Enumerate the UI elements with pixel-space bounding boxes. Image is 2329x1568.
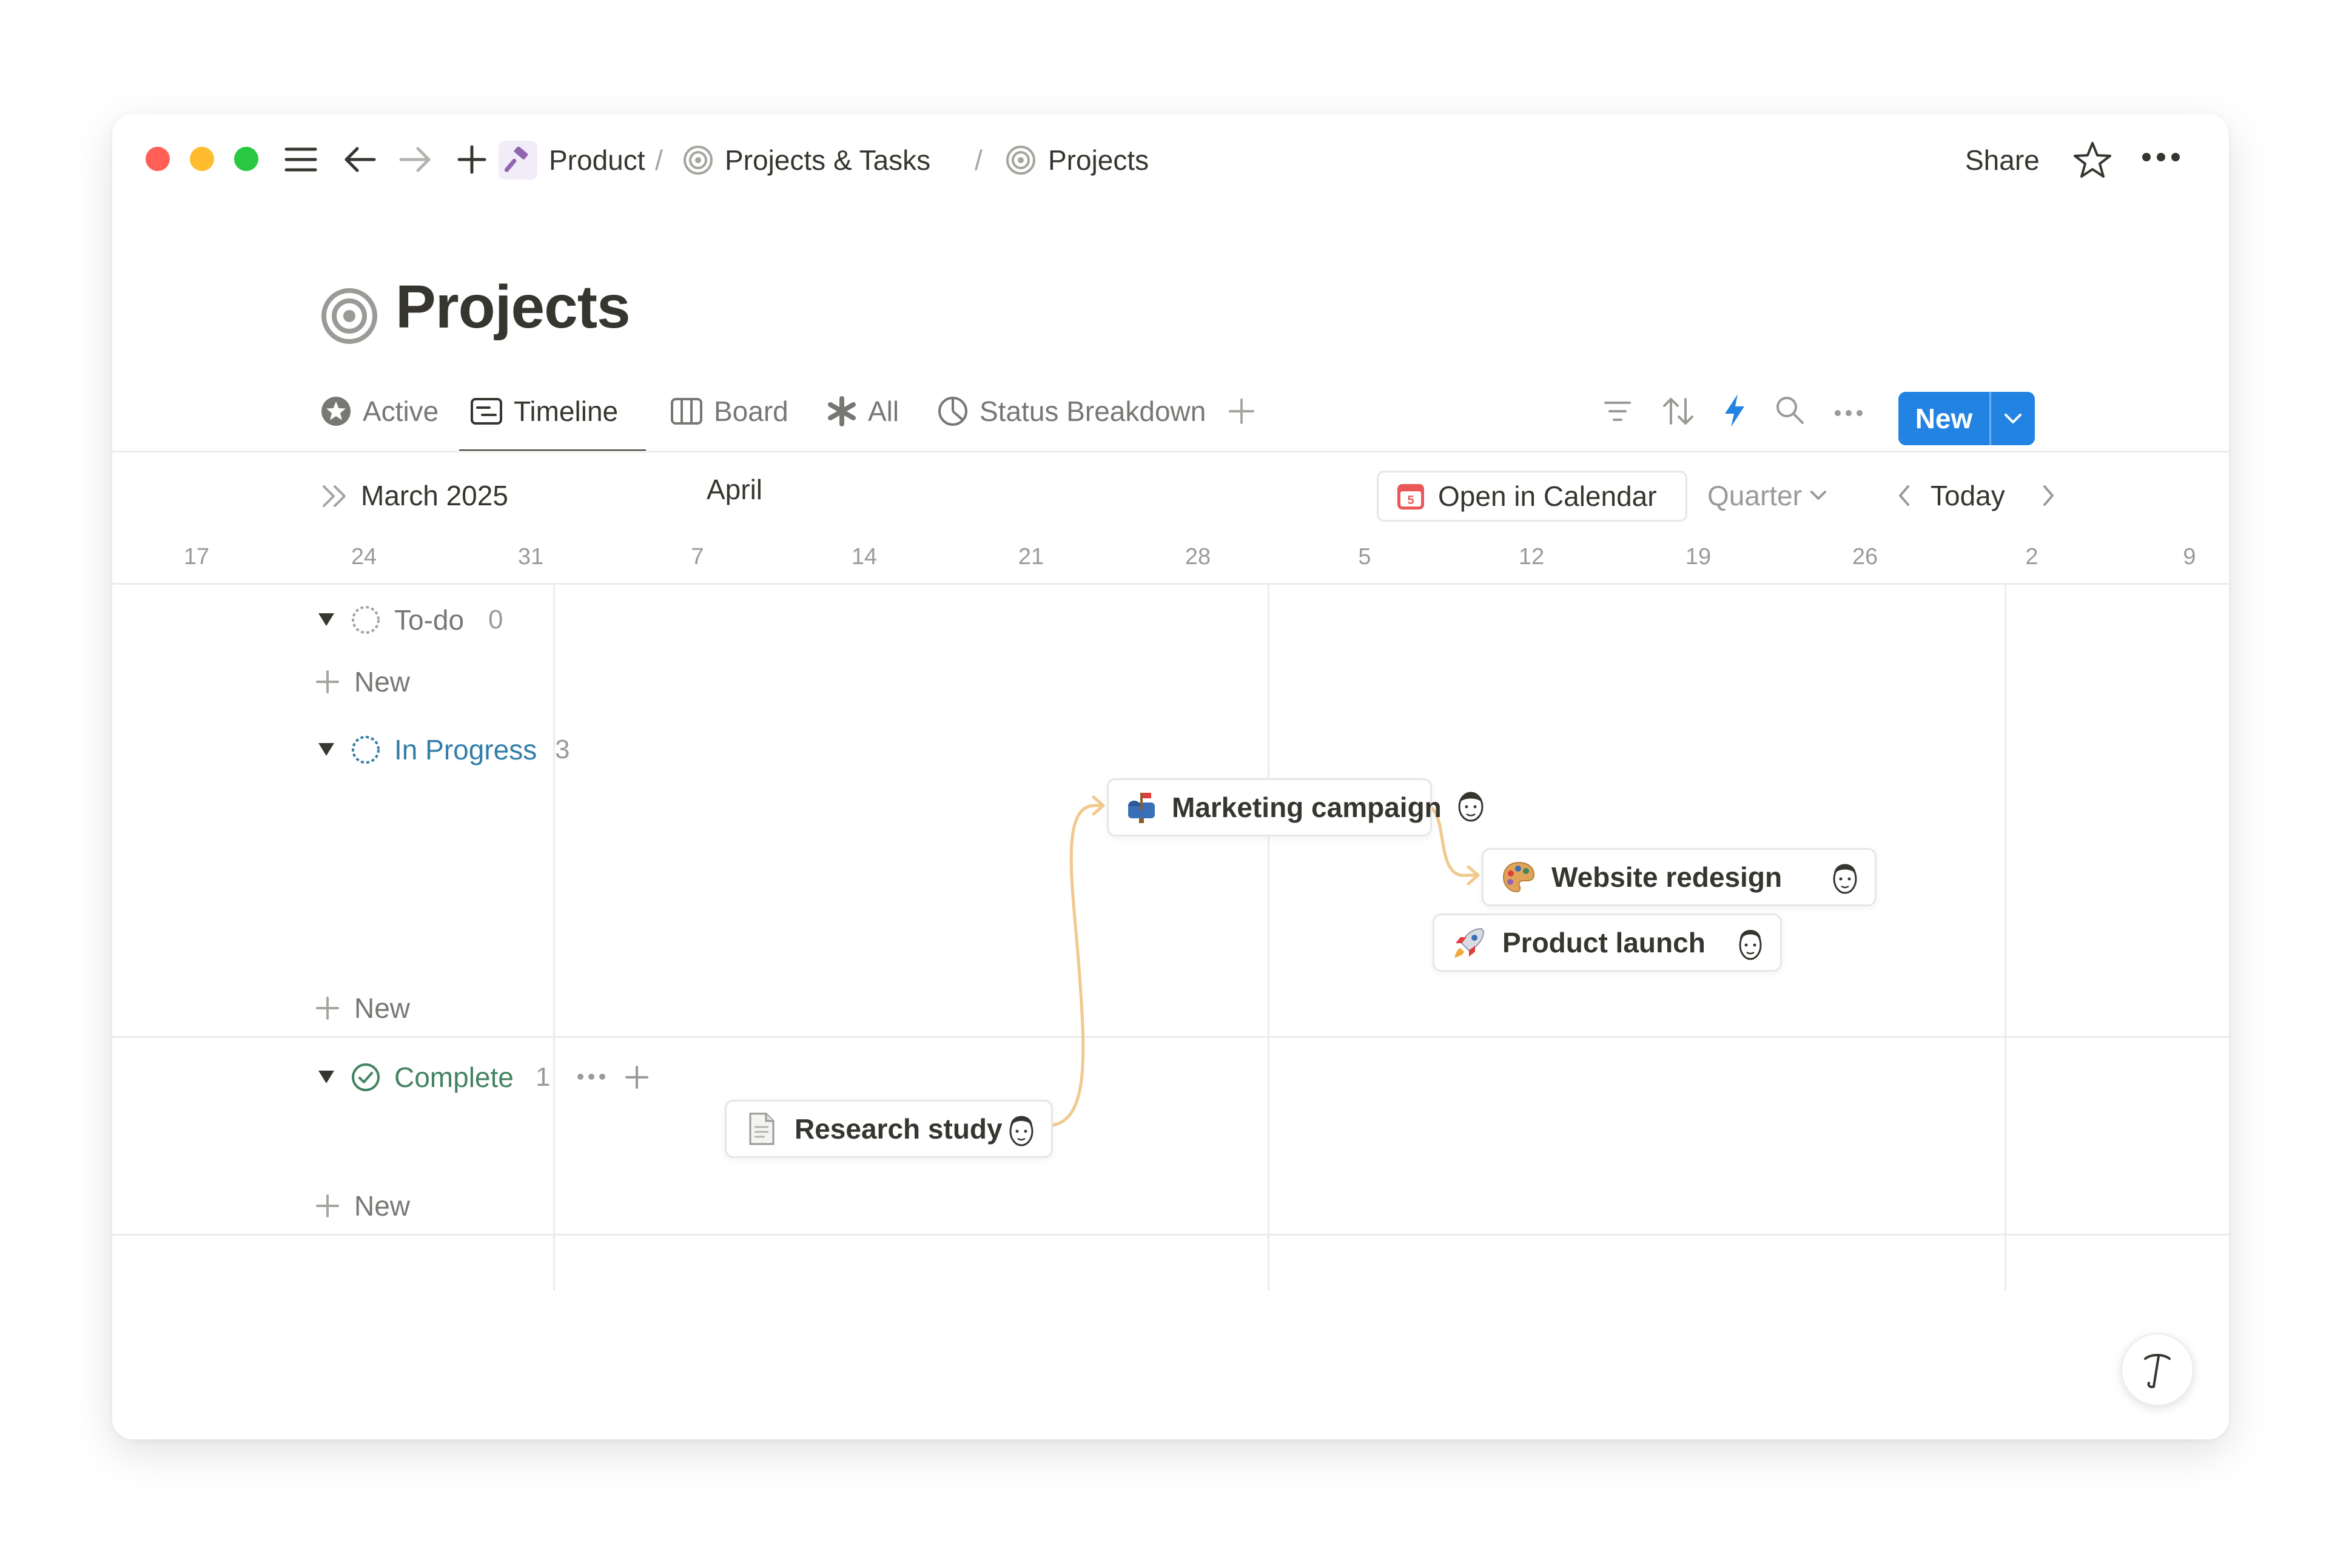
dependency-lines bbox=[1044, 795, 1480, 1128]
assignee-avatar[interactable] bbox=[1734, 924, 1767, 961]
app-window: Product / Projects & Tasks / Projects Sh… bbox=[112, 114, 2229, 1439]
assignee-avatar[interactable] bbox=[1454, 786, 1487, 827]
item-title: Marketing campaign bbox=[1172, 792, 1442, 823]
timeline-item-website-redesign[interactable]: Website redesign bbox=[1482, 848, 1877, 906]
assignee-avatar[interactable] bbox=[1005, 1110, 1038, 1148]
mailbox-icon bbox=[1124, 788, 1158, 827]
help-icon bbox=[2144, 1354, 2171, 1388]
item-title: Research study bbox=[795, 1113, 1003, 1145]
palette-icon bbox=[1499, 858, 1538, 897]
timeline-item-marketing-campaign[interactable]: Marketing campaign bbox=[1107, 778, 1442, 836]
item-title: Product launch bbox=[1502, 927, 1706, 958]
assignee-avatar[interactable] bbox=[1829, 858, 1861, 896]
timeline-item-product-launch[interactable]: Product launch bbox=[1433, 914, 1782, 972]
help-button[interactable] bbox=[2121, 1333, 2194, 1406]
item-title: Website redesign bbox=[1551, 861, 1783, 893]
timeline-item-research-study[interactable]: Research study bbox=[725, 1100, 1053, 1158]
rocket-icon bbox=[1450, 923, 1489, 962]
document-icon bbox=[742, 1109, 781, 1148]
